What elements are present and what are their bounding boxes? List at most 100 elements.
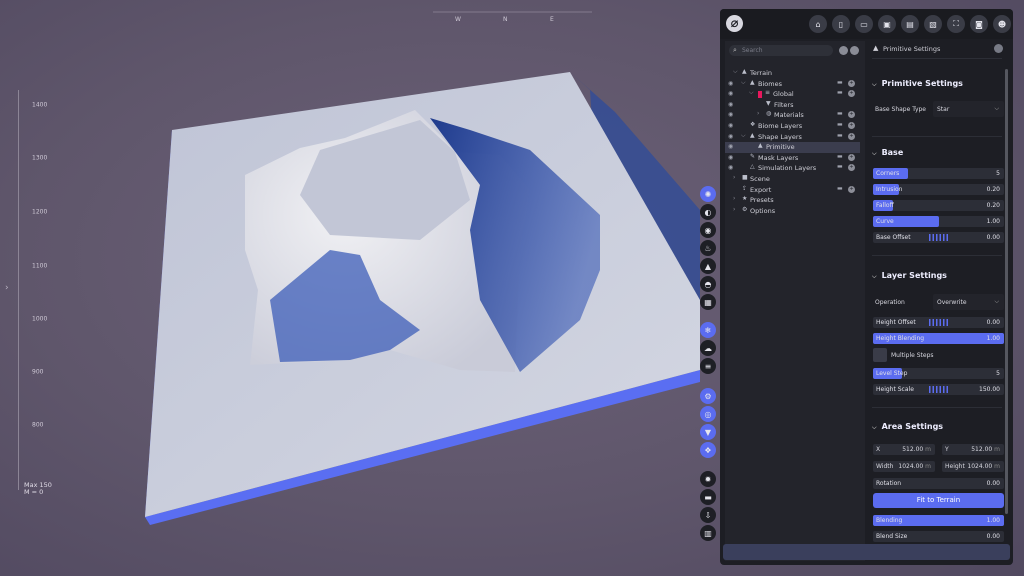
x-field[interactable]: X 512.00 m xyxy=(873,444,935,455)
lines-tool-button[interactable]: ≡ xyxy=(700,358,716,374)
folder-icon[interactable]: ▬ xyxy=(837,110,843,117)
tree-item-biome-layers[interactable]: ◉ ❖ Biome Layers ▬ + xyxy=(725,121,860,132)
section-base[interactable]: ⌵ Base xyxy=(872,148,1002,158)
tree-item-options[interactable]: › ⚙ Options xyxy=(725,206,860,217)
folder-icon[interactable]: ▬ xyxy=(837,132,843,139)
grid-tool-button[interactable]: ▦ xyxy=(700,294,716,310)
folder-icon[interactable]: ▬ xyxy=(837,121,843,128)
add-icon[interactable]: + xyxy=(848,79,855,87)
tree-item-presets[interactable]: › ★ Presets xyxy=(725,195,860,206)
add-icon[interactable]: + xyxy=(848,122,855,129)
save-as-button[interactable]: ▧ xyxy=(924,15,942,33)
filter-tool-button[interactable]: ▼ xyxy=(700,424,716,440)
add-layer-icon[interactable] xyxy=(850,46,859,55)
add-icon[interactable]: + xyxy=(848,153,855,161)
chevron-icon[interactable]: › xyxy=(757,110,759,117)
visibility-eye-icon[interactable]: ◉ xyxy=(728,154,733,161)
search-box[interactable]: ⌕ xyxy=(729,45,833,56)
dropdown[interactable]: Overwrite ⌵ xyxy=(933,294,1004,310)
add-icon[interactable]: + xyxy=(848,111,855,119)
save-button[interactable]: ▣ xyxy=(878,15,896,33)
tree-item-biomes[interactable]: ◉ ⌵ ▲ Biomes ▬ + xyxy=(725,79,860,90)
visibility-eye-icon[interactable]: ◉ xyxy=(728,164,733,171)
base-shape-select[interactable]: Base Shape Type Star ⌵ xyxy=(873,101,1004,117)
chart-tool-button[interactable]: ▥ xyxy=(700,525,716,541)
folder-icon[interactable]: ▬ xyxy=(837,89,843,96)
visibility-eye-icon[interactable]: ◉ xyxy=(728,122,733,129)
users-button[interactable]: ☻ xyxy=(993,15,1011,33)
sun-tool-button[interactable]: ✺ xyxy=(700,186,716,202)
folder-icon[interactable]: ▬ xyxy=(837,185,843,192)
chevron-icon[interactable]: › xyxy=(733,174,735,181)
blending-slider[interactable]: Blending 1.00 xyxy=(873,515,1004,526)
blend-size-field[interactable]: Blend Size 0.00 xyxy=(873,531,1004,542)
height-scale-drag[interactable]: Height Scale 150.00 xyxy=(873,384,1004,395)
tree-item-simulation-layers[interactable]: ◉ △ Simulation Layers ▬ + xyxy=(725,163,860,174)
tree-item-primitive[interactable]: ◉ ▲ Primitive xyxy=(725,142,860,153)
chevron-icon[interactable]: › xyxy=(733,206,735,213)
drag-handle[interactable] xyxy=(929,234,949,241)
tree-item-export[interactable]: ⇪ Export ▬ + xyxy=(725,185,860,196)
fullscreen-button[interactable]: ⛶ xyxy=(947,15,965,33)
visibility-eye-icon[interactable]: ◉ xyxy=(728,133,733,140)
props-scrollbar[interactable] xyxy=(1005,69,1008,514)
falloff-slider[interactable]: Falloff 0.20 xyxy=(873,200,1004,211)
save-all-button[interactable]: ▤ xyxy=(901,15,919,33)
rotation-field[interactable]: Rotation 0.00 xyxy=(873,478,1004,489)
expand-left-icon[interactable]: › xyxy=(5,283,9,293)
chevron-icon[interactable]: ⌵ xyxy=(749,89,754,97)
folder-icon[interactable]: ▬ xyxy=(837,163,843,170)
home-button[interactable]: ⌂ xyxy=(809,15,827,33)
visibility-eye-icon[interactable]: ◉ xyxy=(728,80,733,87)
settings-tool-button[interactable]: ✹ xyxy=(700,471,716,487)
chevron-icon[interactable]: ⌵ xyxy=(741,79,746,87)
flame-tool-button[interactable]: ♨ xyxy=(700,240,716,256)
terrain-render[interactable] xyxy=(0,0,720,576)
tree-item-mask-layers[interactable]: ◉ ✎ Mask Layers ▬ + xyxy=(725,153,860,164)
tree-item-filters[interactable]: ◉ ▼ Filters xyxy=(725,100,860,111)
horizon-tool-button[interactable]: ◓ xyxy=(700,276,716,292)
download-tool-button[interactable]: ⇩ xyxy=(700,507,716,523)
folder-icon[interactable]: ▬ xyxy=(837,153,843,160)
tree-item-scene[interactable]: › ■ Scene xyxy=(725,174,860,185)
open-folder-button[interactable]: ▭ xyxy=(855,15,873,33)
search-input[interactable] xyxy=(742,46,830,55)
props-options-icon[interactable] xyxy=(994,44,1003,53)
visibility-eye-icon[interactable]: ◉ xyxy=(728,90,733,97)
folder-tool-button[interactable]: ▬ xyxy=(700,489,716,505)
section-layer[interactable]: ⌵ Layer Settings xyxy=(872,271,1002,281)
dropdown[interactable]: Star ⌵ xyxy=(933,101,1004,117)
viewport[interactable]: W N E 1400 1300 1200 1100 1000 900 800 ›… xyxy=(0,0,720,576)
add-icon[interactable]: + xyxy=(848,185,855,193)
tree-item-materials[interactable]: ◉ › ◍ Materials ▬ + xyxy=(725,110,860,121)
chevron-icon[interactable]: ⌵ xyxy=(733,68,738,76)
drag-handle[interactable] xyxy=(929,319,949,326)
height-offset-drag[interactable]: Height Offset 0.00 xyxy=(873,317,1004,328)
chevron-icon[interactable]: ⌵ xyxy=(741,132,746,140)
mountain-tool-button[interactable]: ▲ xyxy=(700,258,716,274)
fit-to-terrain-button[interactable]: Fit to Terrain xyxy=(873,493,1004,508)
height-blending-slider[interactable]: Height Blending 1.00 xyxy=(873,333,1004,344)
corners-slider[interactable]: Corners 5 xyxy=(873,168,1004,179)
screenshot-button[interactable]: ◙ xyxy=(970,15,988,33)
tree-item-terrain[interactable]: ⌵ ▲ Terrain xyxy=(725,68,860,79)
tree-item-shape-layers[interactable]: ◉ ⌵ ▲ Shape Layers ▬ + xyxy=(725,132,860,143)
new-file-button[interactable]: ▯ xyxy=(832,15,850,33)
folder-icon[interactable]: ▬ xyxy=(837,79,843,86)
y-field[interactable]: Y 512.00 m xyxy=(942,444,1004,455)
chevron-icon[interactable]: › xyxy=(733,195,735,202)
eye-tool-button[interactable]: ◎ xyxy=(700,406,716,422)
gears-tool-button[interactable]: ⚙ xyxy=(700,388,716,404)
level-step-slider[interactable]: Level Step 5 xyxy=(873,368,1004,379)
snow-tool-button[interactable]: ❄ xyxy=(700,322,716,338)
add-icon[interactable]: + xyxy=(848,90,855,98)
visibility-eye-icon[interactable]: ◉ xyxy=(728,143,733,150)
sphere-tool-button[interactable]: ◉ xyxy=(700,222,716,238)
add-icon[interactable]: + xyxy=(848,132,855,140)
visibility-eye-icon[interactable]: ◉ xyxy=(728,111,733,118)
section-primitive[interactable]: ⌵ Primitive Settings xyxy=(872,79,1002,89)
contrast-tool-button[interactable]: ◐ xyxy=(700,204,716,220)
curve-slider[interactable]: Curve 1.00 xyxy=(873,216,1004,227)
base-offset-drag[interactable]: Base Offset 0.00 xyxy=(873,232,1004,243)
section-area[interactable]: ⌵ Area Settings xyxy=(872,422,1002,432)
